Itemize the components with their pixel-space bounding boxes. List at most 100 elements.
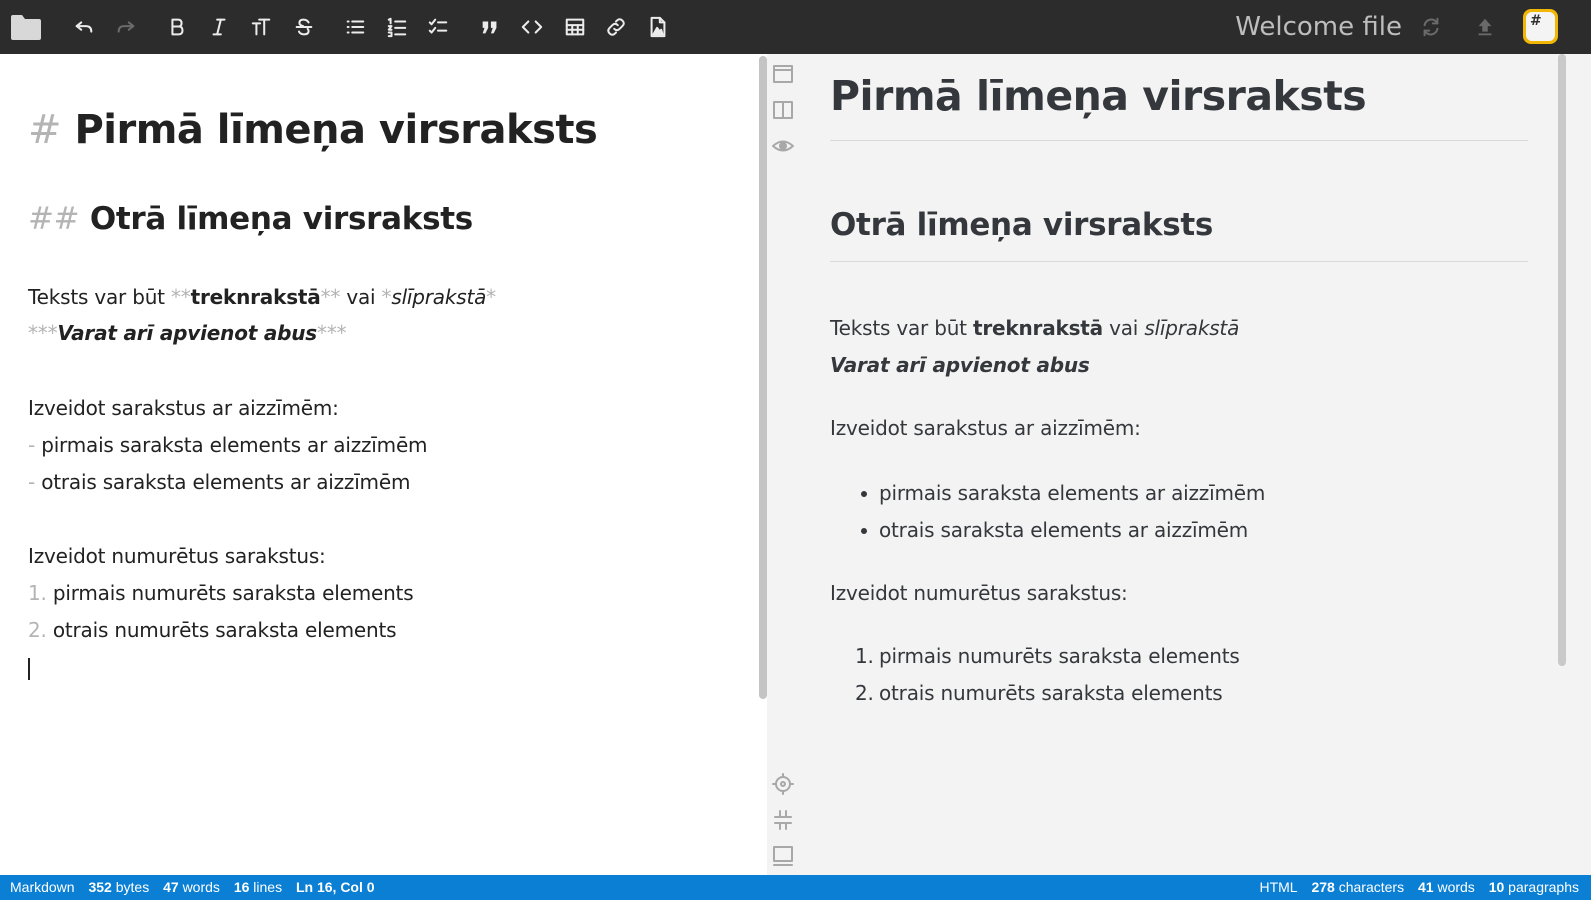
preview-heading-1: Pirmā līmeņa virsraksts xyxy=(830,72,1367,120)
bold-italic-marker: *** xyxy=(317,321,347,345)
editor-stats: Markdown 352 bytes 47 words 16 lines Ln … xyxy=(10,875,385,900)
bold-italic-text: Varat arī apvienot abus xyxy=(57,321,318,345)
heading-icon[interactable] xyxy=(247,13,275,41)
redo-icon[interactable] xyxy=(112,13,140,41)
word-count-label: words xyxy=(1437,879,1475,895)
text-span: vai xyxy=(1102,316,1145,340)
editor-text-line: Izveidot sarakstus ar aizzīmēm: xyxy=(28,396,339,420)
paragraph-count: 10 paragraphs xyxy=(1489,879,1579,895)
preview-heading-2: Otrā līmeņa virsraksts xyxy=(830,207,1214,243)
italic-icon[interactable] xyxy=(205,13,233,41)
preview-paragraph: Teksts var būt treknrakstā vai slīprakst… xyxy=(830,314,1239,342)
preview-stats: HTML 278 characters 41 words 10 paragrap… xyxy=(1259,875,1579,900)
bullet-marker: - xyxy=(28,433,36,457)
number-marker: 1. xyxy=(28,581,47,605)
bold-marker: ** xyxy=(171,285,191,309)
undo-icon[interactable] xyxy=(70,13,98,41)
italic-marker: * xyxy=(381,285,392,309)
list-number: 1. xyxy=(855,644,874,668)
text-span: vai xyxy=(340,285,382,309)
list-text: otrais numurēts saraksta elements xyxy=(52,618,397,642)
cursor-position: Ln 16, Col 0 xyxy=(295,879,375,895)
editor-scrollbar-thumb[interactable] xyxy=(759,56,767,699)
hide-preview-icon[interactable] xyxy=(771,62,795,86)
strikethrough-icon[interactable] xyxy=(290,13,318,41)
word-count: 41 words xyxy=(1418,879,1475,895)
list-text: pirmais numurēts saraksta elements xyxy=(879,644,1240,668)
word-count-label: words xyxy=(182,879,220,895)
bold-italic-text: Varat arī apvienot abus xyxy=(830,353,1090,377)
heading-text: Otrā līmeņa virsraksts xyxy=(89,201,473,237)
side-by-side-icon[interactable] xyxy=(771,98,795,122)
preview-mode-icon[interactable] xyxy=(771,134,795,158)
list-text: otrais numurēts saraksta elements xyxy=(879,681,1223,705)
character-count-value: 278 xyxy=(1311,879,1335,895)
bold-icon[interactable] xyxy=(163,13,191,41)
preview-numbered-item: 1. pirmais numurēts saraksta elements xyxy=(855,642,1240,670)
italic-text: slīprakstā xyxy=(1144,316,1240,340)
text-span: Teksts var būt xyxy=(830,316,973,340)
scroll-sync-icon[interactable] xyxy=(771,772,795,796)
list-text: otrais saraksta elements ar aizzīmēm xyxy=(879,518,1249,542)
word-count: 47 words xyxy=(163,879,220,895)
bold-italic-marker: *** xyxy=(28,321,58,345)
numbered-list-icon[interactable] xyxy=(383,13,411,41)
word-count-value: 47 xyxy=(163,879,179,895)
preview-heading-rule xyxy=(830,261,1528,262)
markdown-editor[interactable]: # Pirmā līmeņa virsraksts ## Otrā līmeņa… xyxy=(0,54,756,875)
toggle-statusbar-icon[interactable] xyxy=(771,844,795,868)
workspace-badge[interactable]: # xyxy=(1523,9,1558,44)
byte-count-value: 352 xyxy=(88,879,112,895)
document-title[interactable]: Welcome file xyxy=(1180,10,1402,44)
editor-scrollbar[interactable] xyxy=(757,54,767,875)
byte-count-label: bytes xyxy=(115,879,150,895)
list-number: 2. xyxy=(855,681,874,705)
link-icon[interactable] xyxy=(602,13,630,41)
preview-bullet-item: otrais saraksta elements ar aizzīmēm xyxy=(861,516,1249,544)
code-icon[interactable] xyxy=(518,13,546,41)
editor-list-line: - otrais saraksta elements ar aizzīmēm xyxy=(28,468,410,496)
preview-pane: Pirmā līmeņa virsraksts Otrā līmeņa virs… xyxy=(767,54,1591,875)
editor-text-line: Teksts var būt **treknrakstā** vai *slīp… xyxy=(28,283,496,311)
preview-heading-rule xyxy=(830,140,1528,141)
editor-list-line: - pirmais saraksta elements ar aizzīmēm xyxy=(28,431,428,459)
editor-list-line: 1. pirmais numurēts saraksta elements xyxy=(28,579,414,607)
bold-marker: ** xyxy=(320,285,341,309)
toggle-navigation-icon[interactable] xyxy=(771,808,795,832)
paragraph-count-label: paragraphs xyxy=(1508,879,1579,895)
italic-marker: * xyxy=(486,285,496,309)
table-icon[interactable] xyxy=(561,13,589,41)
preview-paragraph: Izveidot sarakstus ar aizzīmēm: xyxy=(830,416,1141,440)
word-count-value: 41 xyxy=(1417,879,1434,895)
folder-icon[interactable] xyxy=(9,12,43,42)
checklist-icon[interactable] xyxy=(424,13,452,41)
line-count: 16 lines xyxy=(234,879,282,895)
editor-text-line: ***Varat arī apvienot abus*** xyxy=(28,319,347,347)
line-count-label: lines xyxy=(253,879,283,895)
bullet-marker: - xyxy=(28,470,36,494)
preview-mode: HTML xyxy=(1259,879,1298,895)
sync-icon[interactable] xyxy=(1417,13,1445,41)
quote-icon[interactable] xyxy=(476,13,504,41)
preview-paragraph: Varat arī apvienot abus xyxy=(830,351,1090,379)
bullet-dot xyxy=(861,491,867,497)
bottom-edge xyxy=(0,900,1591,910)
publish-icon[interactable] xyxy=(1471,13,1499,41)
list-text: pirmais saraksta elements ar aizzīmēm xyxy=(879,481,1266,505)
editor-mode: Markdown xyxy=(10,879,75,895)
navigation-bar: Welcome file # xyxy=(0,0,1591,54)
image-icon[interactable] xyxy=(644,13,672,41)
editor-heading-1: # Pirmā līmeņa virsraksts xyxy=(28,104,598,156)
preview-scrollbar-thumb[interactable] xyxy=(1558,54,1566,666)
line-count-value: 16 xyxy=(233,879,250,895)
preview-bullet-item: pirmais saraksta elements ar aizzīmēm xyxy=(861,479,1266,507)
bold-text: treknrakstā xyxy=(190,285,321,309)
preview-numbered-item: 2. otrais numurēts saraksta elements xyxy=(855,679,1223,707)
editor-list-line: 2. otrais numurēts saraksta elements xyxy=(28,616,397,644)
workspace-badge-glyph: # xyxy=(1526,12,1555,41)
text-span: Teksts var būt xyxy=(28,285,171,309)
preview-paragraph: Izveidot numurētus sarakstus: xyxy=(830,581,1128,605)
bulleted-list-icon[interactable] xyxy=(341,13,369,41)
status-bar: Markdown 352 bytes 47 words 16 lines Ln … xyxy=(0,875,1591,900)
editor-text-line: Izveidot numurētus sarakstus: xyxy=(28,544,326,568)
